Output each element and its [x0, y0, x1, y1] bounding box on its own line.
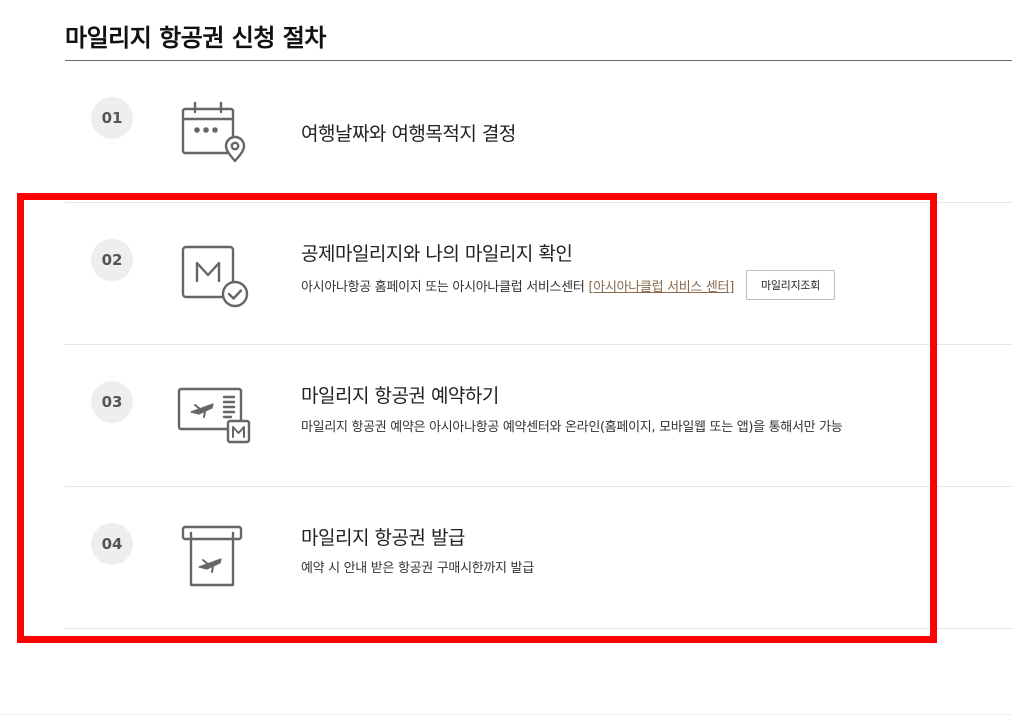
step-description: 아시아나항공 홈페이지 또는 아시아나클럽 서비스센터 [아시아나클럽 서비스 … [301, 270, 835, 300]
service-center-link-wrapper: [아시아나클럽 서비스 센터] [589, 276, 735, 295]
description-text: 아시아나항공 홈페이지 또는 아시아나클럽 서비스센터 [301, 279, 585, 295]
step-number-badge: 04 [91, 523, 133, 565]
step-04: 04 마일리지 항공권 발급 예약 시 안내 받은 항공권 구매시한까지 발급 [65, 487, 1012, 629]
step-02: 02 공제마일리지와 나의 마일리지 확인 아시아나항공 홈페이지 또는 아시아… [65, 203, 1012, 345]
step-03: 03 마일리지 항공권 예약하기 마일리지 항공권 예약은 아시아나항공 예약센… [65, 345, 1012, 487]
mileage-check-icon [177, 239, 251, 313]
procedure-steps: 01 여행날짜와 여행목적지 결정 02 공제마일리지와 나의 마일리지 확인 … [65, 61, 1012, 629]
mileage-inquiry-button[interactable]: 마일리지조회 [746, 270, 835, 300]
calendar-location-icon [177, 97, 251, 171]
step-title: 공제마일리지와 나의 마일리지 확인 [301, 243, 573, 265]
footer-divider [0, 714, 1012, 715]
step-number-badge: 03 [91, 381, 133, 423]
page-title: 마일리지 항공권 신청 절차 [65, 24, 326, 52]
step-description: 마일리지 항공권 예약은 아시아나항공 예약센터와 온라인(홈페이지, 모바일웹… [301, 420, 843, 435]
step-title: 여행날짜와 여행목적지 결정 [301, 123, 516, 145]
link-bracket-close: ] [729, 279, 735, 295]
step-number-badge: 02 [91, 239, 133, 281]
ticket-mileage-icon [177, 381, 251, 455]
ticket-issue-icon [177, 523, 251, 597]
service-center-link[interactable]: 아시아나클럽 서비스 센터 [593, 280, 729, 295]
step-01: 01 여행날짜와 여행목적지 결정 [65, 61, 1012, 203]
step-title: 마일리지 항공권 발급 [301, 527, 465, 549]
step-title: 마일리지 항공권 예약하기 [301, 385, 499, 407]
step-description: 예약 시 안내 받은 항공권 구매시한까지 발급 [301, 561, 534, 576]
step-number-badge: 01 [91, 97, 133, 139]
